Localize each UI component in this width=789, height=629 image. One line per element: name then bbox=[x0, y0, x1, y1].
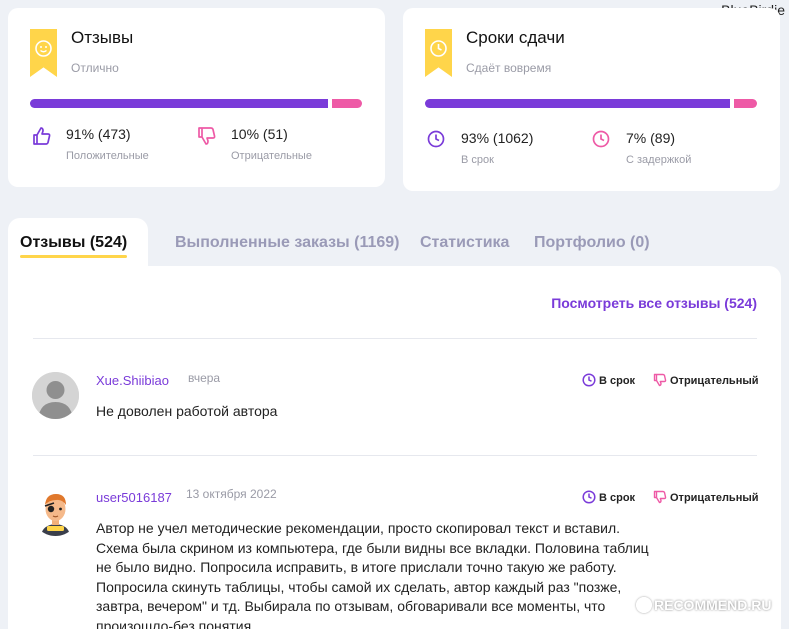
see-all-reviews-link[interactable]: Посмотреть все отзывы (524) bbox=[551, 295, 757, 311]
thumbs-up-icon bbox=[33, 127, 51, 145]
thumbs-down-icon bbox=[653, 373, 667, 387]
reviews-progress-bar bbox=[30, 99, 362, 108]
reviews-progress-positive bbox=[30, 99, 328, 108]
clock-icon bbox=[430, 40, 447, 57]
review-text-line: Попросила скинуть таблицы, чтобы самой и… bbox=[96, 578, 622, 595]
delayed-label: С задержкой bbox=[626, 154, 692, 166]
negative-label: Отрицательные bbox=[231, 150, 312, 162]
positive-value: 91% (473) bbox=[66, 126, 131, 142]
review-rating-text: Отрицательный bbox=[670, 375, 759, 387]
thumbs-down-icon bbox=[198, 127, 216, 145]
avatar-user[interactable] bbox=[32, 489, 79, 536]
clock-icon bbox=[592, 130, 610, 148]
deadlines-subtitle: Сдаёт вовремя bbox=[466, 61, 552, 75]
tab-reviews[interactable]: Отзывы (524) bbox=[20, 234, 128, 258]
review-text: Не доволен работой автора bbox=[96, 403, 278, 419]
review-username[interactable]: user5016187 bbox=[96, 490, 172, 505]
thumbs-down-icon bbox=[653, 490, 667, 504]
review-deadline-tag: В срок bbox=[582, 490, 635, 504]
delayed-value: 7% (89) bbox=[626, 130, 676, 146]
smile-icon bbox=[35, 40, 52, 57]
divider bbox=[33, 338, 757, 339]
review-text-line: завтра, вечером" и тд. Выбирала по отзыв… bbox=[96, 598, 606, 614]
negative-value: 10% (51) bbox=[231, 126, 288, 142]
watermark-recommend: RECOMMEND.RU bbox=[636, 597, 771, 613]
review-date: вчера bbox=[188, 371, 221, 385]
tab-completed-orders[interactable]: Выполненные заказы (1169) bbox=[175, 234, 400, 252]
recommend-logo-icon bbox=[636, 597, 652, 613]
review-rating-text: Отрицательный bbox=[670, 492, 759, 504]
review-text-line: не было видно. Попросила исправить, в ит… bbox=[96, 559, 617, 575]
user-placeholder-icon bbox=[32, 372, 79, 419]
review-text-block: Автор не учел методические рекомендации,… bbox=[96, 519, 649, 629]
watermark-recommend-text: RECOMMEND.RU bbox=[654, 597, 772, 613]
deadlines-progress-delayed bbox=[734, 99, 757, 108]
deadlines-progress-bar bbox=[425, 99, 757, 108]
review-rating-tag: Отрицательный bbox=[653, 490, 759, 504]
reviews-subtitle: Отлично bbox=[71, 61, 119, 75]
review-deadline-text: В срок bbox=[599, 375, 636, 387]
reviews-progress-negative bbox=[332, 99, 362, 108]
clock-icon bbox=[582, 490, 596, 504]
clock-icon bbox=[582, 373, 596, 387]
on-time-label: В срок bbox=[461, 154, 494, 166]
tab-portfolio[interactable]: Портфолио (0) bbox=[534, 234, 650, 252]
review-username[interactable]: Xue.Shiibiao bbox=[96, 373, 169, 388]
user-avatar-illustration bbox=[32, 489, 79, 536]
review-text-line: произошло-без понятия bbox=[96, 617, 252, 629]
deadlines-progress-on-time bbox=[425, 99, 730, 108]
reviews-title: Отзывы bbox=[71, 28, 134, 47]
deadlines-badge bbox=[425, 29, 452, 77]
positive-label: Положительные bbox=[66, 150, 149, 162]
review-rating-tag: Отрицательный bbox=[653, 373, 759, 387]
avatar-default[interactable] bbox=[32, 372, 79, 419]
review-text-line: Схема была скрином из компьютера, где бы… bbox=[96, 539, 649, 556]
review-date: 13 октября 2022 bbox=[186, 487, 277, 501]
divider bbox=[33, 455, 757, 456]
reviews-badge bbox=[30, 29, 57, 77]
reviews-summary-card: Отзывы Отлично 91% (473) Положительные 1… bbox=[8, 8, 385, 187]
review-deadline-text: В срок bbox=[599, 492, 636, 504]
clock-icon bbox=[427, 130, 445, 148]
deadlines-title: Сроки сдачи bbox=[466, 28, 565, 47]
review-deadline-tag: В срок bbox=[582, 373, 635, 387]
tab-statistics[interactable]: Статистика bbox=[420, 234, 509, 252]
deadlines-summary-card: Сроки сдачи Сдаёт вовремя 93% (1062) В с… bbox=[403, 8, 780, 191]
review-text-line: Автор не учел методические рекомендации,… bbox=[96, 520, 621, 536]
on-time-value: 93% (1062) bbox=[461, 130, 534, 146]
